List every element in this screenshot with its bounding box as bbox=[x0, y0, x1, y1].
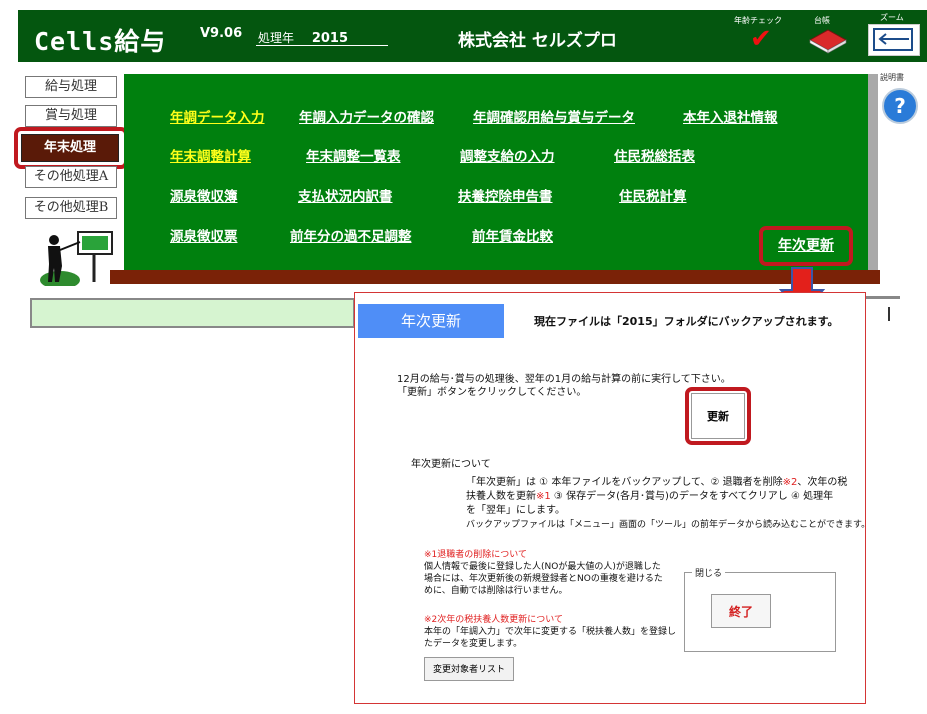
year-value: 2015 bbox=[311, 31, 349, 46]
about-line-4: バックアップファイルは「メニュー」画面の「ツール」の前年データから読み込むことが… bbox=[466, 520, 871, 530]
menu-year-end-list[interactable]: 年末調整一覧表 bbox=[306, 145, 401, 165]
sidebar-item-salary[interactable]: 給与処理 bbox=[25, 76, 117, 98]
menu-join-leave-info[interactable]: 本年入退社情報 bbox=[683, 106, 778, 126]
about-line-2: 扶養人数を更新※1 ③ 保存データ(各月･賞与)のデータをすべてクリアし ④ 処… bbox=[466, 487, 833, 502]
board-rail bbox=[110, 270, 880, 284]
book-icon[interactable] bbox=[808, 28, 848, 54]
sidebar-item-other-a[interactable]: その他処理A bbox=[25, 166, 117, 188]
close-group-label: 閉じる bbox=[692, 566, 726, 579]
about-line-2-b: ③ 保存データ(各月･賞与)のデータをすべてクリアし ④ 処理年 bbox=[550, 491, 834, 502]
app-header: Cells給与 V9.06 処理年 2015 株式会社 セルズプロ 年齢チェック… bbox=[18, 10, 927, 62]
board-shadow bbox=[868, 74, 878, 270]
menu-nencho-data-input[interactable]: 年調データ入力 bbox=[170, 106, 265, 126]
note-1-line-3: めに、自動では削除は行いません。 bbox=[424, 586, 568, 596]
annual-update-button[interactable]: 年次更新 bbox=[764, 231, 848, 261]
sidebar-item-year-end[interactable]: 年末処理 bbox=[21, 134, 119, 162]
question-icon[interactable]: ? bbox=[882, 88, 918, 124]
menu-resident-tax-summary[interactable]: 住民税総括表 bbox=[614, 145, 695, 165]
menu-nencho-salary-bonus-data[interactable]: 年調確認用給与賞与データ bbox=[473, 106, 635, 126]
instruction-line-2: 「更新」ボタンをクリックしてください。 bbox=[397, 387, 587, 398]
sidebar-item-bonus[interactable]: 賞与処理 bbox=[25, 105, 117, 127]
sidebar-item-other-b[interactable]: その他処理B bbox=[25, 197, 117, 219]
close-button[interactable]: 終了 bbox=[711, 594, 771, 628]
menu-year-end-calc[interactable]: 年末調整計算 bbox=[170, 145, 251, 165]
divider bbox=[865, 296, 900, 299]
menu-dependent-form[interactable]: 扶養控除申告書 bbox=[458, 185, 553, 205]
zoom-icon bbox=[873, 28, 913, 51]
menu-payment-statement[interactable]: 支払状況内訳書 bbox=[298, 185, 393, 205]
dialog-title: 年次更新 bbox=[358, 304, 504, 338]
target-list-button[interactable]: 変更対象者リスト bbox=[424, 657, 514, 681]
zoom-button[interactable] bbox=[868, 24, 920, 56]
menu-resident-tax-calc[interactable]: 住民税計算 bbox=[619, 185, 687, 205]
processing-year: 処理年 2015 bbox=[256, 29, 388, 46]
menu-prior-wage-compare[interactable]: 前年賃金比較 bbox=[472, 225, 553, 245]
sheet-area bbox=[30, 298, 355, 328]
cursor-mark bbox=[888, 307, 890, 321]
year-label: 処理年 bbox=[258, 31, 295, 45]
version-label: V9.06 bbox=[200, 26, 243, 41]
checkmark-icon[interactable]: ✔ bbox=[750, 26, 772, 52]
about-line-1: 「年次更新」は ① 本年ファイルをバックアップして、② 退職者を削除※2、次年の… bbox=[466, 473, 847, 488]
ledger-label: 台帳 bbox=[814, 16, 830, 25]
menu-prior-year-adjust[interactable]: 前年分の過不足調整 bbox=[290, 225, 412, 245]
menu-withholding-slip[interactable]: 源泉徴収票 bbox=[170, 225, 238, 245]
about-line-3: を「翌年」にします。 bbox=[466, 505, 565, 516]
zoom-label: ズーム bbox=[880, 13, 904, 22]
app-title: Cells給与 bbox=[34, 27, 167, 56]
teacher-illustration bbox=[40, 231, 113, 286]
menu-nencho-input-check[interactable]: 年調入力データの確認 bbox=[299, 106, 434, 126]
update-button[interactable]: 更新 bbox=[691, 393, 745, 439]
menu-adjust-payment-input[interactable]: 調整支給の入力 bbox=[460, 145, 555, 165]
company-name: 株式会社 セルズプロ bbox=[458, 31, 617, 51]
note-2-line-2: たデータを変更します。 bbox=[424, 639, 523, 649]
menu-withholding-book[interactable]: 源泉徴収簿 bbox=[170, 185, 238, 205]
about-heading: 年次更新について bbox=[411, 459, 491, 470]
backup-banner: 現在ファイルは「2015」フォルダにバックアップされます。 bbox=[534, 315, 839, 328]
help-label: 説明書 bbox=[880, 73, 904, 82]
